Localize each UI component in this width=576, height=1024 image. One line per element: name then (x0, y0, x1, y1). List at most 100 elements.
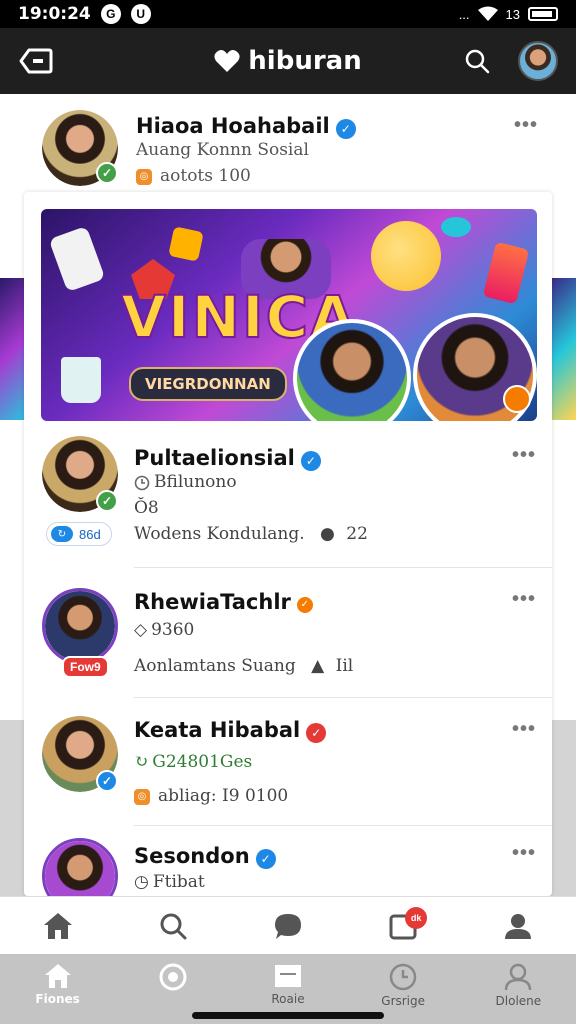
post-line: ◎ abliag: I9 0100 (134, 786, 288, 806)
post-author-name[interactable]: Hiaoa Hoahabail (136, 114, 330, 138)
back-button[interactable] (18, 43, 54, 79)
post-line-text: Bfilunono (154, 472, 237, 492)
post-author-name[interactable]: Keata Hibabal (134, 718, 300, 742)
post-line: ◇ 9360 (134, 620, 194, 640)
chat-icon (274, 913, 301, 939)
clock-icon: ◷ (134, 872, 149, 892)
search-button[interactable] (143, 901, 203, 951)
promo-banner[interactable]: VINICA VIEGRDONNAN (41, 209, 537, 421)
share-icon: ↻ (51, 526, 73, 542)
status-right: ... 13 (459, 6, 558, 22)
online-badge: ✓ (96, 162, 118, 184)
post-item[interactable]: ✓ Pultaelionsial ✓ Bfilunono Ŏ8 ↻ 86d Wode… (24, 428, 552, 568)
top-bar-actions (464, 41, 558, 81)
post-line-text: 9360 (151, 620, 195, 640)
avatar[interactable] (42, 588, 118, 664)
reaction-count: Iil (335, 656, 354, 676)
post-line: ◷ Ftibat (134, 872, 205, 892)
status-badge: Fow9 (62, 656, 109, 678)
signal-dots: ... (458, 6, 470, 22)
home-icon (43, 912, 72, 939)
tab-messages[interactable]: Roaie (243, 962, 333, 1006)
status-time: 19:0:24 (18, 4, 91, 24)
notification-icon: U (130, 4, 151, 24)
tab-label: Roaie (271, 992, 305, 1006)
post-item[interactable]: Fow9 RhewiaTachlr ✓ ◇ 9360 Aonlamtans Suan… (24, 572, 552, 698)
post-line-text: G24801Ges (152, 752, 253, 772)
profile-avatar[interactable] (518, 41, 558, 81)
post-line: Aonlamtans Suang ▲ Iil (134, 656, 353, 676)
banner-shape (168, 226, 204, 262)
post-subtitle: Auang Konnn Sosial (136, 140, 309, 160)
verified-icon: ✓ (296, 596, 313, 613)
more-options-button[interactable]: ••• (512, 588, 536, 611)
tab-label: Grsrige (381, 994, 426, 1008)
divider (134, 567, 552, 568)
home-button[interactable] (28, 901, 88, 951)
more-options-button[interactable]: ••• (512, 718, 536, 741)
post-line: Wodens Kondulang. ● 22 (134, 524, 368, 544)
refresh-icon: ↻ (134, 752, 149, 772)
profile-button[interactable] (488, 901, 548, 951)
banner-label: VIEGRDONNAN (129, 367, 287, 401)
tab-activity[interactable]: Grsrige (358, 962, 448, 1008)
post-item[interactable]: ✓ Hiaoa Hoahabail ✓ Auang Konnn Sosial ◎ a… (0, 94, 576, 194)
tab-label: Fiones (35, 992, 80, 1006)
banner-shape (48, 225, 106, 293)
verified-icon: ✓ (255, 848, 276, 869)
background-banner-edge-right (552, 278, 576, 420)
user-icon (505, 963, 532, 991)
tab-camera[interactable] (128, 962, 218, 994)
reaction-count: 22 (346, 524, 368, 544)
bottom-action-bar: dk (0, 896, 576, 954)
post-meta-text: aotots 100 (160, 166, 251, 186)
search-icon[interactable] (464, 48, 490, 74)
post-author-name[interactable]: RhewiaTachlr (134, 590, 291, 614)
chat-button[interactable] (258, 901, 318, 951)
tab-label: Dlolene (495, 994, 542, 1008)
diamond-icon: ◇ (134, 620, 148, 640)
more-options-button[interactable]: ••• (512, 444, 536, 467)
banner-shape (441, 217, 471, 237)
home-indicator (192, 1012, 384, 1019)
notifications-button[interactable]: dk (373, 901, 433, 951)
divider (134, 825, 552, 826)
more-options-button[interactable]: ••• (512, 842, 536, 865)
post-line-text: abliag: I9 0100 (158, 786, 289, 806)
notification-badge: dk (405, 906, 428, 929)
post-author-name[interactable]: Pultaelionsial (134, 446, 295, 470)
mail-icon (274, 965, 301, 987)
post-line: ↻ G24801Ges (134, 752, 252, 772)
post-meta: ◎ aotots 100 (136, 166, 251, 186)
feed-card: VINICA VIEGRDONNAN ✓ Pultaelionsial ✓ Bfi… (24, 192, 552, 896)
user-icon (505, 913, 532, 939)
share-stat-pill[interactable]: ↻ 86d (46, 522, 112, 546)
banner-shape (371, 221, 441, 291)
verified-icon: ✓ (306, 722, 327, 743)
post-line: Bfilunono (134, 472, 237, 492)
verified-icon: ✓ (300, 450, 321, 471)
post-line-text: Aonlamtans Suang (134, 656, 296, 676)
fire-icon: ▲ (311, 656, 325, 676)
more-options-button[interactable]: ••• (514, 114, 538, 137)
tag-icon: ◎ (136, 168, 152, 185)
heart-icon (214, 50, 240, 72)
tag-icon: ◎ (134, 788, 150, 805)
post-line-text: Ŏ8 (134, 498, 159, 518)
banner-shape (482, 241, 530, 305)
wifi-icon (477, 6, 498, 21)
post-line: Ŏ8 (134, 498, 159, 518)
post-item[interactable]: ✓ Keata Hibabal ✓ ↻ G24801Ges ◎ abliag: I9 … (24, 702, 552, 826)
banner-shape (61, 357, 101, 403)
tab-profile[interactable]: Dlolene (473, 962, 563, 1008)
clock-icon (389, 963, 417, 991)
top-app-bar: hiburan (0, 28, 576, 94)
post-author-name[interactable]: Sesondon (134, 844, 250, 868)
verified-badge: ✓ (96, 770, 118, 792)
divider (134, 697, 552, 698)
post-item[interactable]: Sesondon ✓ ◷ Ftibat ••• (24, 830, 552, 896)
battery-icon (528, 7, 558, 21)
avatar[interactable] (42, 838, 118, 896)
tab-home[interactable]: Fiones (13, 962, 103, 1006)
online-badge: ✓ (96, 490, 118, 512)
